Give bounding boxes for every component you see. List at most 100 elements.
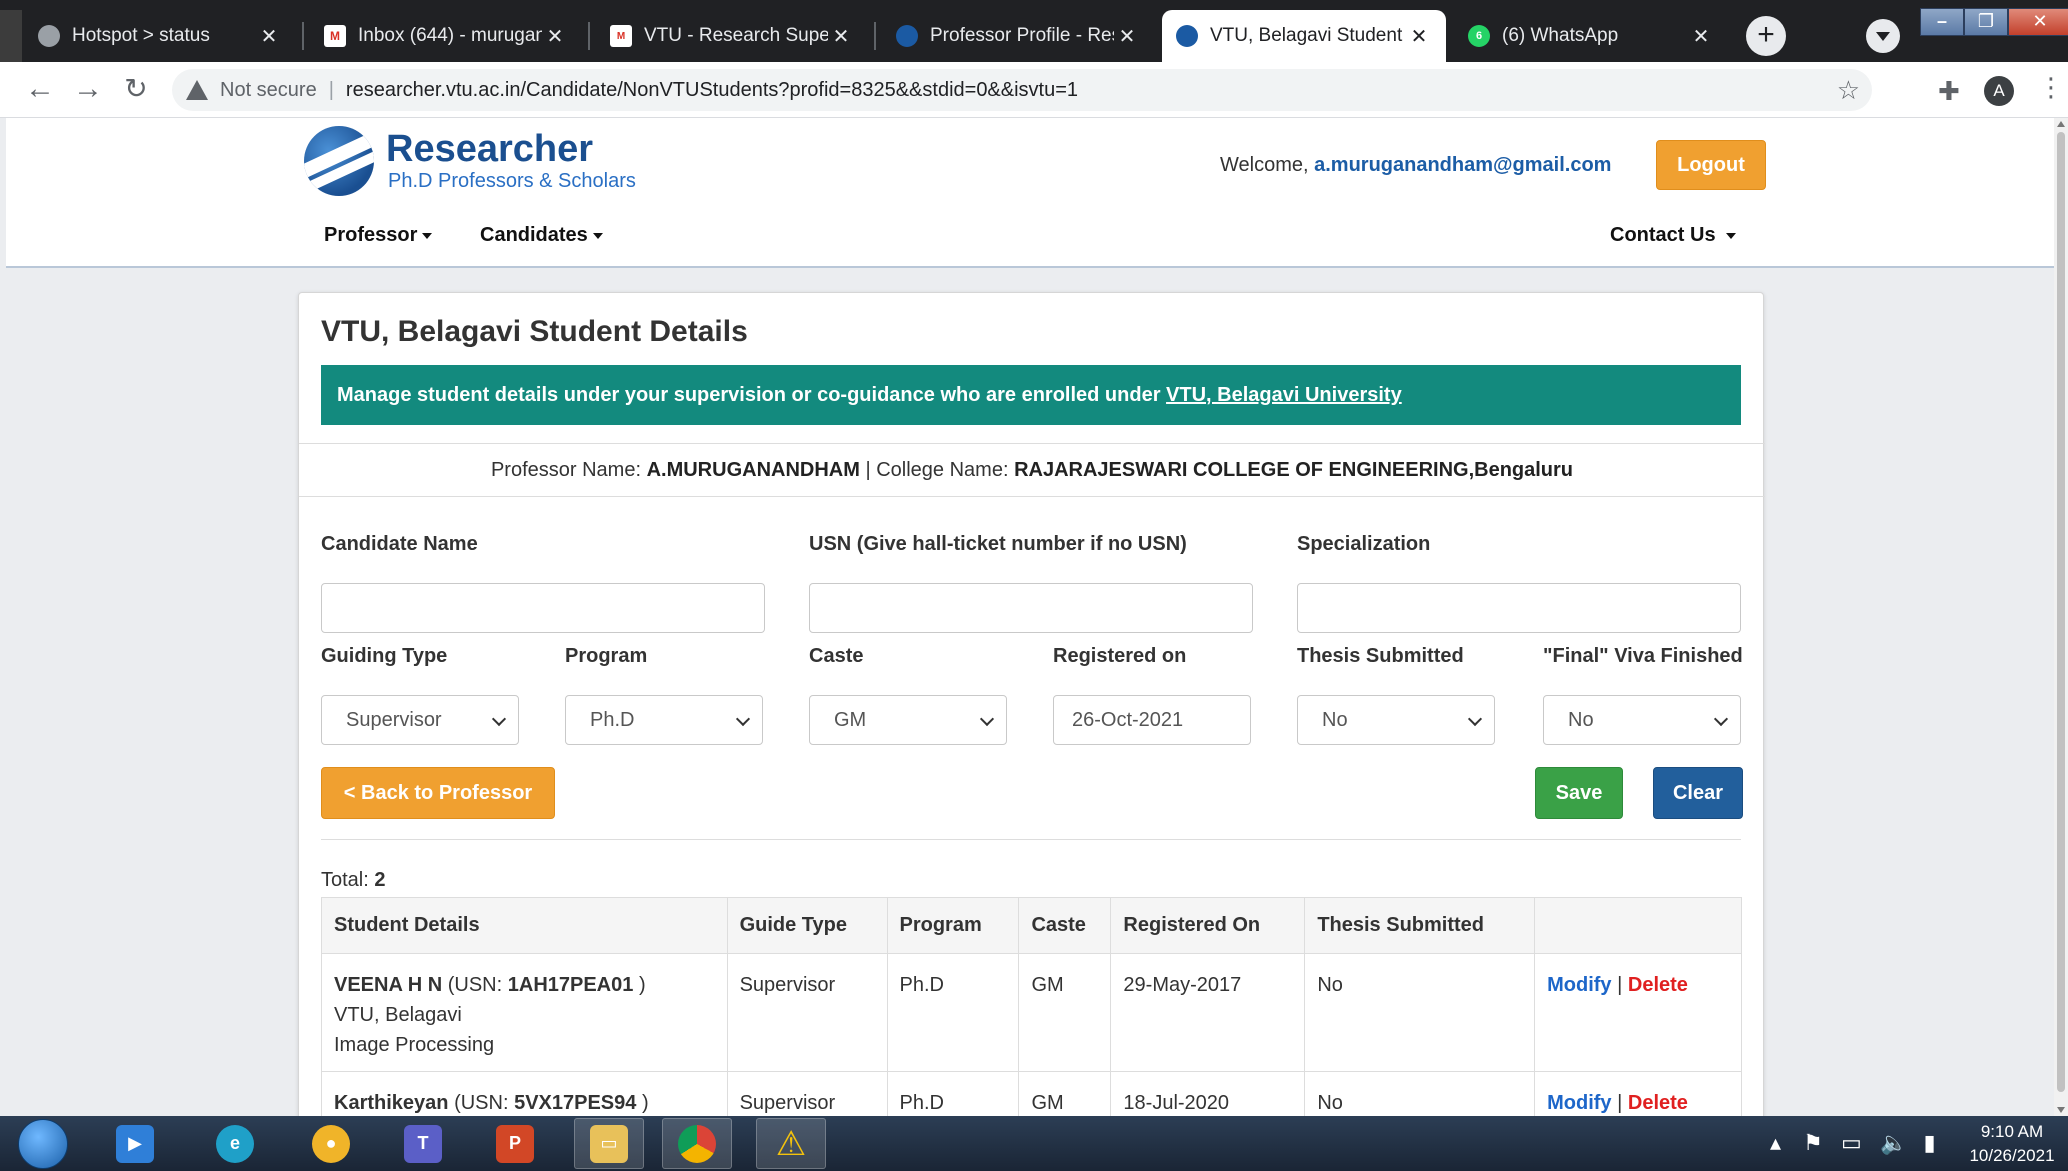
col-caste: Caste	[1018, 897, 1112, 954]
file-explorer-icon[interactable]: ▭	[574, 1118, 644, 1169]
system-tray: ▴ ⚑ ▭ 🔈 ▮	[1770, 1130, 1936, 1156]
section-divider	[321, 839, 1741, 840]
clear-button[interactable]: Clear	[1653, 767, 1743, 819]
delete-link[interactable]: Delete	[1628, 1092, 1688, 1114]
nav-candidates[interactable]: Candidates	[480, 224, 603, 247]
url-text: researcher.vtu.ac.in/Candidate/NonVTUStu…	[345, 78, 1079, 101]
col-thesis-submitted: Thesis Submitted	[1304, 897, 1536, 954]
security-status: Not secure	[220, 78, 317, 101]
action-separator: |	[1617, 974, 1623, 996]
modify-link[interactable]: Modify	[1547, 974, 1611, 996]
power-icon[interactable]: ▮	[1923, 1130, 1935, 1155]
logout-button[interactable]: Logout	[1656, 140, 1766, 190]
flag-icon[interactable]: ⚑	[1803, 1130, 1823, 1155]
scroll-down-icon[interactable]	[2057, 1107, 2065, 1113]
warning-icon[interactable]: ⚠	[756, 1118, 826, 1169]
reload-icon[interactable]: ↻	[116, 70, 156, 110]
page-scrollbar[interactable]	[2054, 118, 2068, 1116]
back-to-profile-button[interactable]: < Back to Professor Profile	[321, 767, 555, 854]
bookmark-star-icon[interactable]: ☆	[1837, 75, 1860, 106]
nav-contact-us[interactable]: Contact Us	[1610, 224, 1737, 247]
tab-hotspot-status[interactable]: Hotspot > status ✕	[24, 10, 296, 62]
guiding-type-value: Supervisor	[346, 709, 442, 731]
logo-title[interactable]: Researcher	[386, 128, 593, 171]
close-icon[interactable]: ✕	[828, 24, 854, 49]
guiding-type-select[interactable]: Supervisor	[321, 695, 519, 745]
tab-search-icon[interactable]	[1866, 19, 1900, 53]
save-button[interactable]: Save	[1535, 767, 1623, 819]
tab-label: Hotspot > status	[72, 25, 210, 46]
omnibox-divider: |	[328, 78, 334, 101]
col-program: Program	[886, 897, 1020, 954]
usn-input[interactable]	[809, 583, 1253, 633]
program-select[interactable]: Ph.D	[565, 695, 763, 745]
browser-icon[interactable]: ●	[296, 1118, 366, 1169]
close-icon[interactable]: ✕	[542, 24, 568, 49]
researcher-globe-icon	[1176, 25, 1198, 47]
extensions-puzzle-icon[interactable]: ✚	[1938, 76, 1960, 107]
researcher-logo-icon[interactable]	[304, 126, 374, 196]
url-field[interactable]: Not secure | researcher.vtu.ac.in/Candid…	[172, 69, 1872, 111]
student-name: Karthikeyan	[334, 1092, 449, 1114]
candidate-name-input[interactable]	[321, 583, 765, 633]
close-icon[interactable]: ✕	[1688, 24, 1714, 49]
tab-label: VTU - Research Superv	[644, 25, 828, 46]
tab-professor-profile[interactable]: Professor Profile - Rese ✕	[882, 10, 1154, 62]
nav-candidates-label: Candidates	[480, 224, 588, 246]
edge-icon[interactable]: e	[200, 1118, 270, 1169]
logo-subtitle: Ph.D Professors & Scholars	[388, 170, 636, 192]
start-orb-icon[interactable]	[18, 1119, 68, 1169]
chevron-down-icon	[491, 711, 507, 727]
university-link[interactable]: VTU, Belagavi University	[1166, 384, 1402, 406]
caste-select[interactable]: GM	[809, 695, 1007, 745]
professor-info: Professor Name: A.MURUGANANDHAM | Colleg…	[299, 443, 1765, 497]
back-arrow-icon[interactable]: ←	[20, 70, 60, 110]
close-icon[interactable]: ✕	[1406, 24, 1432, 49]
thesis-submitted-select[interactable]: No	[1297, 695, 1495, 745]
students-table: Student Details Guide Type Program Caste…	[321, 897, 1742, 1116]
new-tab-button[interactable]: +	[1746, 16, 1786, 56]
teams-icon[interactable]: T	[388, 1118, 458, 1169]
scroll-up-icon[interactable]	[2057, 121, 2065, 127]
registered-on-input[interactable]: 26-Oct-2021	[1053, 695, 1251, 745]
network-icon[interactable]: ▭	[1841, 1130, 1862, 1155]
actions-cell: Modify | Delete	[1534, 1071, 1742, 1116]
tab-separator	[302, 22, 304, 50]
delete-link[interactable]: Delete	[1628, 974, 1688, 996]
modify-link[interactable]: Modify	[1547, 1092, 1611, 1114]
gmail-100-icon: M	[610, 25, 632, 47]
tab-inbox[interactable]: M Inbox (644) - murugana ✕	[310, 10, 582, 62]
close-icon[interactable]: ✕	[256, 24, 282, 49]
nav-professor[interactable]: Professor	[324, 224, 433, 247]
tab-bar-edge	[0, 10, 22, 62]
caste-value: GM	[834, 709, 867, 731]
final-viva-select[interactable]: No	[1543, 695, 1741, 745]
registered-on-cell: 29-May-2017	[1110, 953, 1306, 1072]
maximize-icon[interactable]: ❐	[1964, 8, 2008, 36]
window-close-icon[interactable]: ✕	[2008, 8, 2068, 36]
tray-expand-icon[interactable]: ▴	[1770, 1130, 1781, 1155]
tab-whatsapp[interactable]: 6 (6) WhatsApp ✕	[1454, 10, 1728, 62]
account-avatar[interactable]: A	[1984, 76, 2014, 106]
chrome-icon[interactable]	[662, 1118, 732, 1169]
chevron-down-icon	[979, 711, 995, 727]
program-cell: Ph.D	[886, 1071, 1020, 1116]
tab-vtu-research[interactable]: M VTU - Research Superv ✕	[596, 10, 868, 62]
tab-vtu-student-details[interactable]: VTU, Belagavi Student D ✕	[1162, 10, 1446, 62]
close-icon[interactable]: ✕	[1114, 24, 1140, 49]
forward-arrow-icon[interactable]: →	[68, 70, 108, 110]
registered-on-label: Registered on	[1053, 645, 1187, 667]
usn-suffix: )	[638, 974, 646, 996]
nav-professor-label: Professor	[324, 224, 418, 246]
specialization-label: Specialization	[1297, 533, 1431, 555]
specialization-input[interactable]	[1297, 583, 1741, 633]
powerpoint-icon[interactable]: P	[480, 1118, 550, 1169]
volume-icon[interactable]: 🔈	[1880, 1130, 1907, 1155]
clock-time: 9:10 AM	[1980, 1122, 2044, 1141]
media-player-icon[interactable]: ▶	[100, 1118, 170, 1169]
minimize-icon[interactable]: –	[1920, 8, 1964, 36]
browser-menu-icon[interactable]: ⋮	[2038, 72, 2064, 103]
scrollbar-thumb[interactable]	[2057, 132, 2065, 1092]
caste-label: Caste	[809, 645, 864, 667]
taskbar-clock[interactable]: 9:10 AM 10/26/2021	[1962, 1120, 2062, 1168]
